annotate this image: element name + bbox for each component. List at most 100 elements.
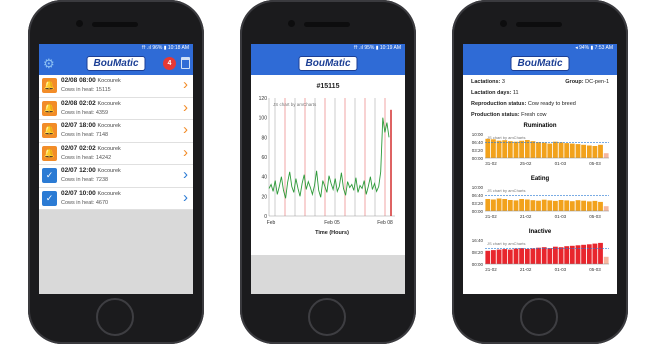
chevron-right-icon[interactable]: › xyxy=(183,77,188,92)
chevron-right-icon[interactable]: › xyxy=(183,167,188,182)
bar xyxy=(485,250,491,264)
alert-row[interactable]: 🔔 02/08 02:02 Kocourek Cows in heat: 4359 › xyxy=(39,98,193,120)
home-button[interactable] xyxy=(96,298,134,336)
bar xyxy=(496,198,502,211)
bar xyxy=(519,199,524,211)
boumatic-logo: BouMatic xyxy=(510,56,570,71)
chevron-right-icon[interactable]: › xyxy=(183,100,188,115)
bar xyxy=(553,141,558,158)
bar xyxy=(536,142,541,158)
x-tick-label: 01-03 xyxy=(555,214,567,219)
reproduction-row: Reproduction status: Cow ready to breed xyxy=(471,101,609,107)
bar xyxy=(530,141,536,158)
chart-section-title: Rumination xyxy=(523,123,557,129)
bar xyxy=(485,199,491,211)
bar xyxy=(530,248,536,264)
y-tick-label: 00:00 xyxy=(472,156,484,161)
group-info: Group: DC-pen-1 xyxy=(565,79,609,85)
bar xyxy=(575,200,581,211)
bar xyxy=(496,249,502,264)
bar xyxy=(513,141,519,158)
x-tick-label: 21-02 xyxy=(520,267,532,272)
y-tick-label: 10:00 xyxy=(472,132,484,137)
home-button[interactable] xyxy=(308,298,346,336)
x-tick-label: 05-03 xyxy=(589,267,601,272)
bar xyxy=(569,201,575,211)
bar xyxy=(519,140,524,158)
cow-detail-screen: ◂ 94% ▮ 7:53 AM BouMatic Lactations: 3 G… xyxy=(463,44,617,294)
alert-user: Kocourek xyxy=(97,78,121,84)
y-tick-label: 00:00 xyxy=(472,262,484,267)
lactations-label: Lactations: xyxy=(471,79,501,85)
bar xyxy=(513,248,519,264)
bar xyxy=(541,247,547,264)
home-button[interactable] xyxy=(520,298,558,336)
group-value: DC-pen-1 xyxy=(585,79,609,85)
camera xyxy=(288,20,295,27)
activity-bar-chart: 10:00 06:40 03:20 00:00 JS chart by amCharts… xyxy=(472,185,609,219)
alert-time: 02/08 02:02 Kocourek xyxy=(61,99,121,107)
alert-detail: Cows in heat: 14242 xyxy=(61,154,112,161)
bar xyxy=(569,143,575,158)
bar xyxy=(502,249,508,264)
bar xyxy=(564,143,570,158)
phone-device: ⇈ .ıl 96% ▮ 10:18 AM ⚙ BouMatic 4 🔔 02/08… xyxy=(28,0,204,344)
x-tick-label: 21-02 xyxy=(485,267,497,272)
empty-area xyxy=(39,210,193,294)
alert-row[interactable]: 🔔 02/07 18:00 Kocourek Cows in heat: 7148 › xyxy=(39,120,193,143)
status-bar: ⇈ .ıl 95% ▮ 10:19 AM xyxy=(251,44,405,53)
bar xyxy=(586,145,592,158)
bar xyxy=(513,200,519,211)
y-tick-label: 06:40 xyxy=(472,140,484,145)
alert-detail: Cows in heat: 4359 xyxy=(61,109,109,116)
bar xyxy=(507,200,513,211)
bell-icon: 🔔 xyxy=(42,145,57,161)
bar xyxy=(502,199,508,211)
app-header: BouMatic xyxy=(463,53,617,75)
chevron-right-icon[interactable]: › xyxy=(183,145,188,160)
bar xyxy=(603,153,609,158)
bar xyxy=(558,200,564,211)
alert-detail: Cows in heat: 7148 xyxy=(61,132,109,138)
chart-credit: JS chart by amCharts xyxy=(487,188,525,193)
x-tick-label: 21-02 xyxy=(520,214,532,219)
alert-row[interactable]: 🔔 02/08 08:00 Kocourek Cows in heat: 15115… xyxy=(39,75,193,98)
alert-row[interactable]: ✓ 02/07 10:00 Kocourek Cows in heat: 4670 › xyxy=(39,188,193,210)
phone-device: ⇈ .ıl 95% ▮ 10:19 AM BouMatic #15115 0 20… xyxy=(240,0,416,344)
app-header: ⚙ BouMatic 4 xyxy=(39,53,193,75)
y-tick-label: 100 xyxy=(259,116,268,122)
cow-detail: Lactations: 3 Group: DC-pen-1 Lactation … xyxy=(463,75,617,118)
alert-row[interactable]: 🔔 02/07 02:02 Kocourek Cows in heat: 14242… xyxy=(39,143,193,165)
lactation-days-value: 11 xyxy=(512,90,519,96)
bar xyxy=(541,142,547,158)
trash-icon[interactable] xyxy=(181,57,190,69)
check-icon: ✓ xyxy=(42,168,57,183)
alert-time: 02/07 10:00 Kocourek xyxy=(61,189,121,197)
bar xyxy=(603,206,609,211)
speaker xyxy=(304,22,350,27)
alert-user: Kocourek xyxy=(97,168,121,174)
x-tick-label: 21-02 xyxy=(485,214,497,219)
speaker xyxy=(92,22,138,27)
speaker xyxy=(516,22,562,27)
bar xyxy=(592,243,598,264)
alert-detail: Cows in heat: 7238 xyxy=(61,177,109,183)
chart-credit: JS chart by amCharts xyxy=(487,135,525,140)
x-axis-label: Time (Hours) xyxy=(315,230,349,236)
bar xyxy=(547,248,553,264)
chevron-right-icon[interactable]: › xyxy=(183,122,188,137)
bar xyxy=(575,144,581,158)
bar xyxy=(485,138,491,158)
chart-credit: JS chart by amCharts xyxy=(273,102,317,107)
bar xyxy=(564,200,570,211)
app-header: BouMatic xyxy=(251,53,405,75)
y-tick-label: 10:00 xyxy=(472,185,484,190)
bar xyxy=(502,140,508,158)
notification-badge[interactable]: 4 xyxy=(163,57,176,70)
x-tick-label: Feb 05 xyxy=(324,220,340,226)
gear-icon[interactable]: ⚙ xyxy=(43,57,55,70)
bar xyxy=(592,146,598,158)
alert-row[interactable]: ✓ 02/07 12:00 Kocourek Cows in heat: 7238 › xyxy=(39,165,193,188)
chevron-right-icon[interactable]: › xyxy=(183,190,188,205)
y-tick-label: 60 xyxy=(261,155,267,161)
